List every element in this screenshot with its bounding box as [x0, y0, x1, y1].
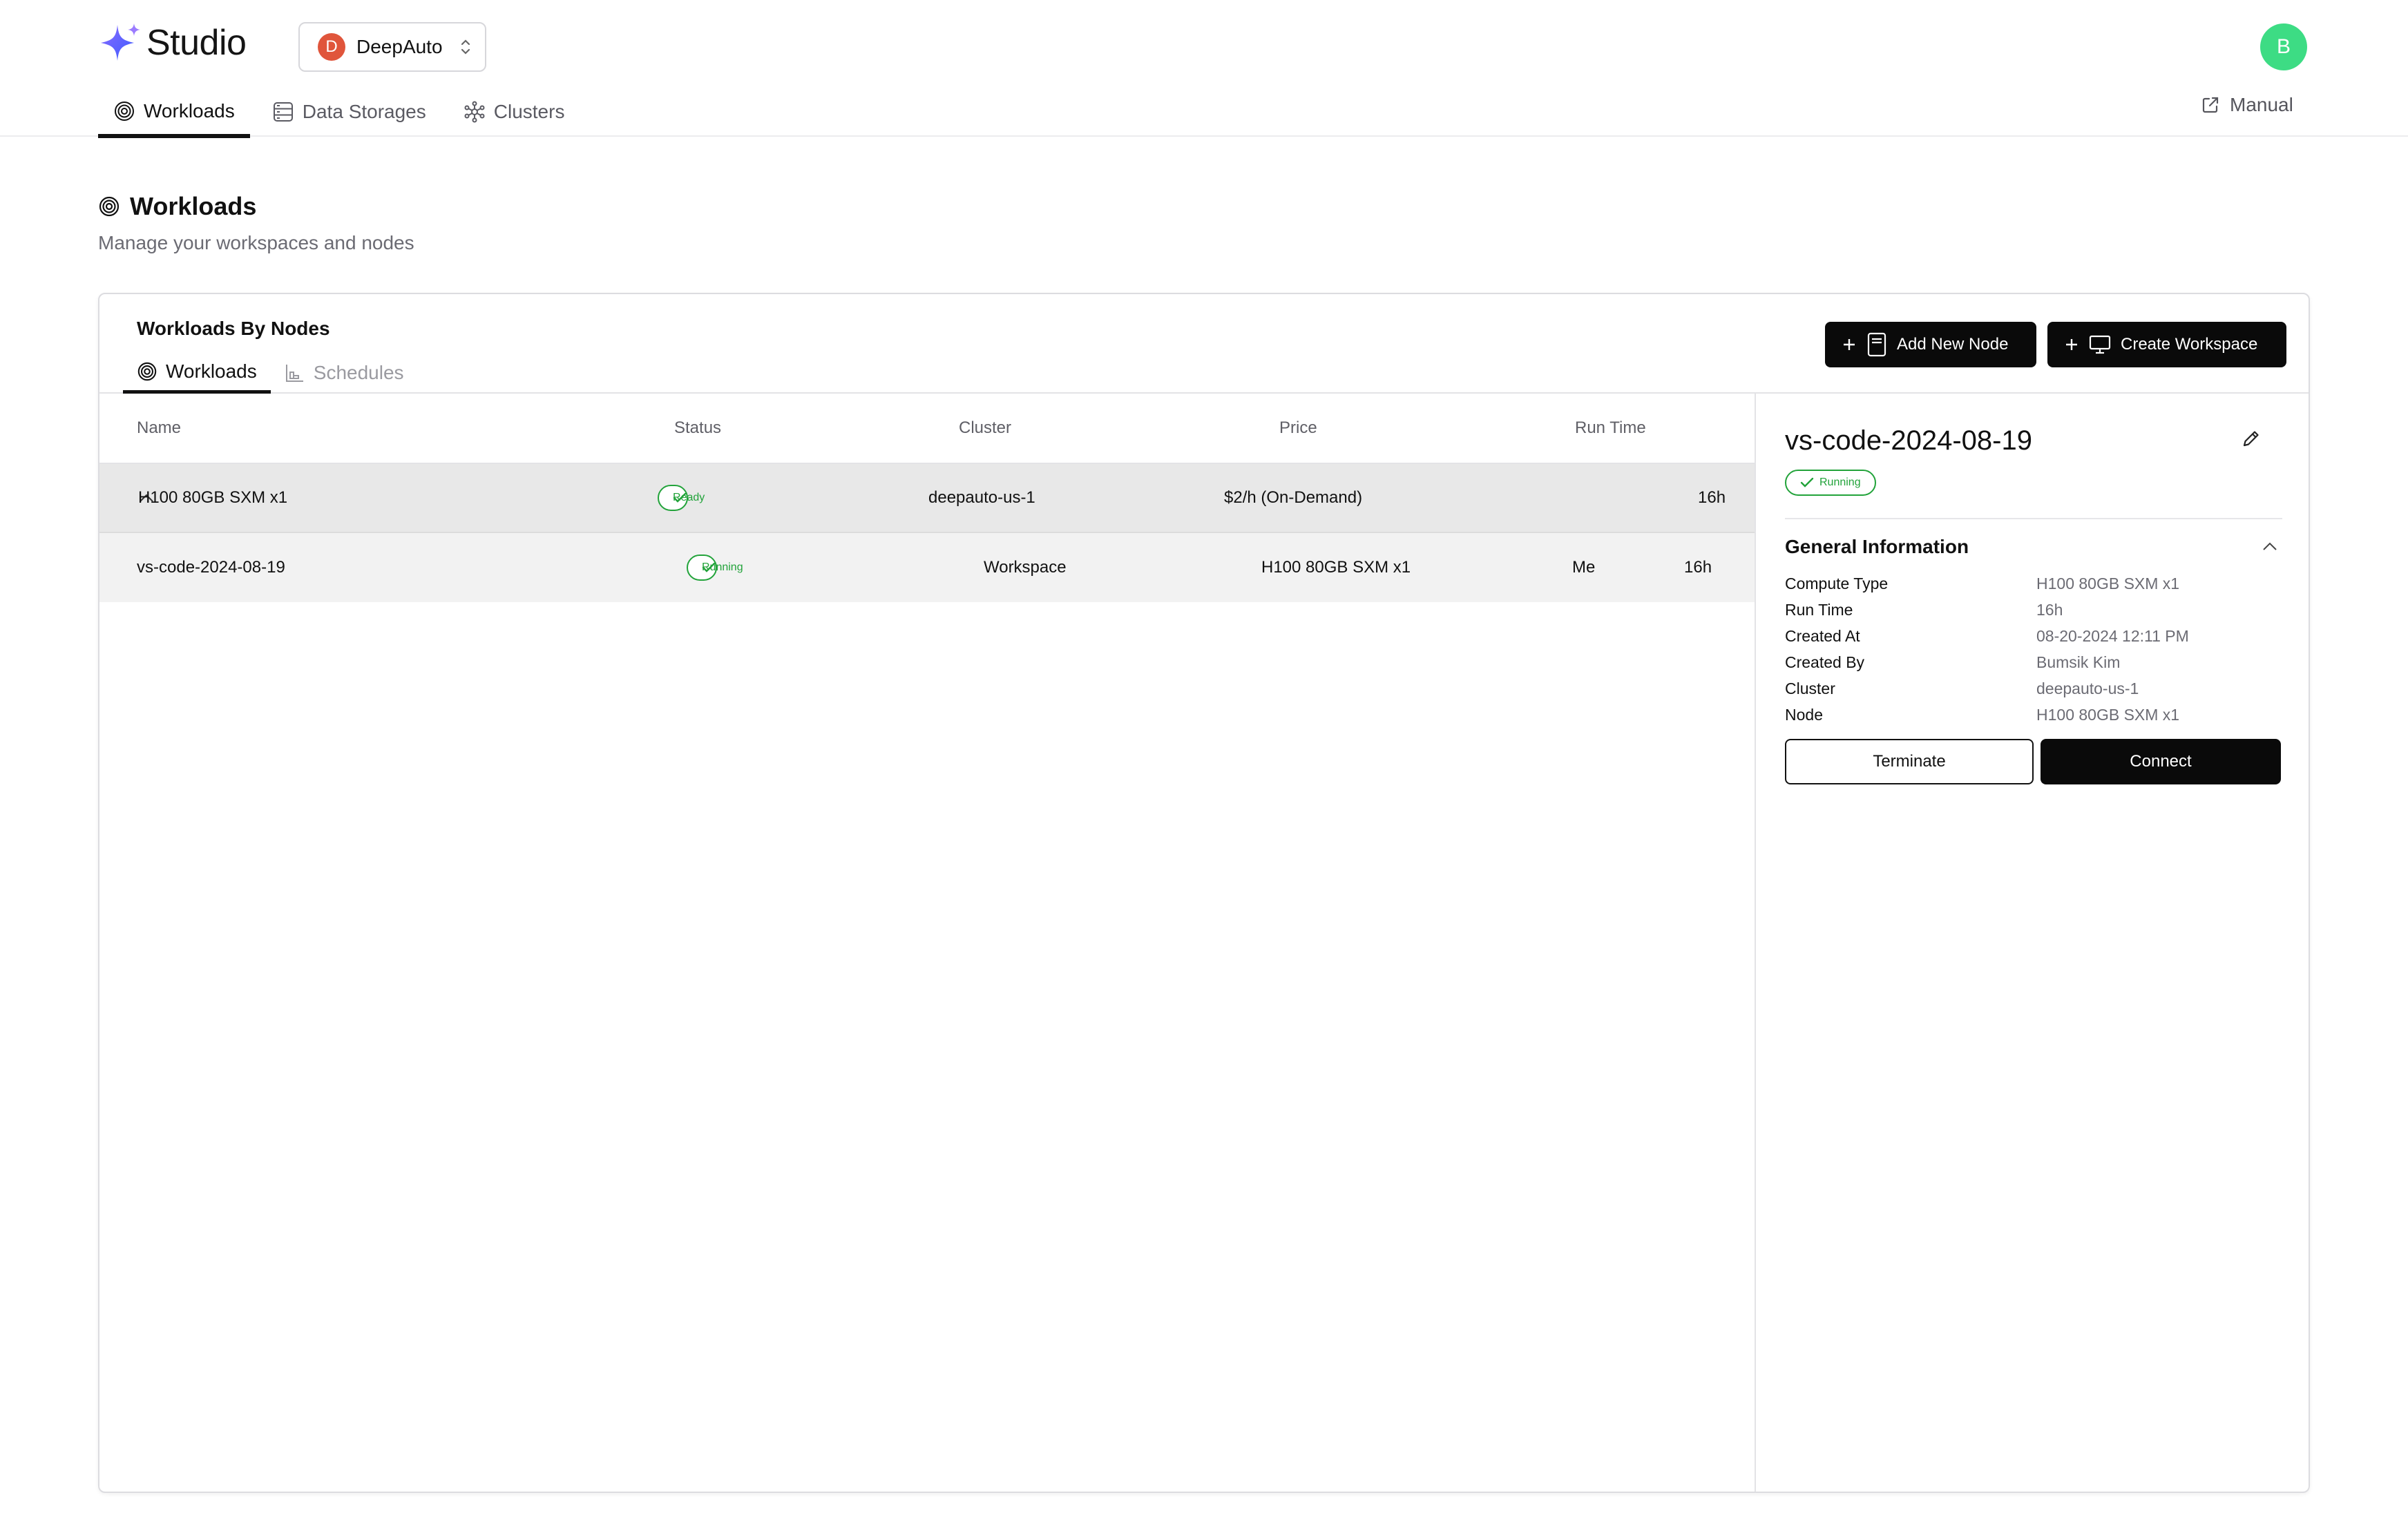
org-switcher[interactable]: D DeepAuto: [298, 22, 486, 72]
info-label: Run Time: [1785, 600, 1853, 619]
node-name: H100 80GB SXM x1: [138, 488, 288, 507]
page-subtitle: Manage your workspaces and nodes: [98, 232, 414, 253]
connect-button[interactable]: Connect: [2041, 739, 2281, 784]
tab-clusters[interactable]: Clusters: [448, 87, 580, 137]
add-new-node-label: Add New Node: [1897, 335, 2009, 354]
sparkle-icon: [98, 21, 144, 65]
card-title: Workloads By Nodes: [137, 318, 330, 339]
info-label: Node: [1785, 705, 1823, 724]
page-title: Workloads: [130, 192, 257, 220]
info-label: Created By: [1785, 653, 1865, 671]
workspace-name: vs-code-2024-08-19: [137, 558, 285, 577]
schedule-chart-icon: [285, 363, 305, 383]
create-workspace-button[interactable]: Create Workspace: [2047, 322, 2286, 367]
detail-panel: vs-code-2024-08-19 Running General Infor…: [1757, 394, 2309, 1492]
tab-workloads-sub[interactable]: Workloads: [123, 352, 271, 394]
info-value: deepauto-us-1: [2036, 679, 2139, 697]
info-label: Created At: [1785, 626, 1860, 645]
org-name: DeepAuto: [356, 36, 443, 57]
studio-logo[interactable]: Studio: [98, 21, 247, 65]
node-run-time: 16h: [1698, 488, 1726, 507]
tab-label: Clusters: [493, 101, 565, 122]
node-price: $2/h (On-Demand): [1224, 488, 1363, 507]
chevron-up-icon[interactable]: [2262, 541, 2278, 551]
tab-data-storages[interactable]: Data Storages: [257, 87, 441, 137]
tab-label: Schedules: [313, 362, 404, 383]
main-nav: Workloads Data Storages Clusters: [98, 87, 586, 138]
workloads-icon: [137, 361, 157, 382]
column-header-price: Price: [1279, 418, 1317, 437]
app-name: Studio: [146, 23, 247, 63]
info-row-node: Node H100 80GB SXM x1: [1785, 702, 2282, 728]
monitor-icon: [2089, 335, 2111, 354]
tab-label: Workloads: [144, 100, 235, 122]
status-text: Ready: [673, 492, 705, 503]
node-row[interactable]: H100 80GB SXM x1 Ready deepauto-us-1 $2/…: [99, 464, 1755, 533]
workloads-card: Workloads By Nodes Workloads Schedules A…: [98, 293, 2310, 1493]
info-label: Compute Type: [1785, 574, 1889, 592]
info-value: 08-20-2024 12:11 PM: [2036, 626, 2189, 645]
tab-label: Workloads: [166, 360, 257, 382]
divider: [1785, 518, 2282, 519]
table-header: Name Status Cluster Price Run Time: [99, 394, 1755, 464]
server-icon: [1866, 332, 1887, 357]
org-avatar: D: [318, 33, 345, 61]
tab-schedules[interactable]: Schedules: [271, 352, 418, 394]
workspace-run-time: 16h: [1684, 558, 1712, 577]
info-row-compute-type: Compute Type H100 80GB SXM x1: [1785, 570, 2282, 597]
column-header-name: Name: [137, 418, 182, 437]
check-icon: [1800, 477, 1814, 488]
workspace-type: Workspace: [984, 558, 1067, 577]
chevron-updown-icon: [460, 37, 471, 57]
workspace-owner: Me: [1572, 558, 1596, 577]
top-header: Studio D DeepAuto B Workloads Data Stora…: [0, 0, 2408, 138]
workspace-row[interactable]: vs-code-2024-08-19 Running Workspace H10…: [99, 533, 1755, 602]
info-row-created-by: Created By Bumsik Kim: [1785, 649, 2282, 675]
info-value: 16h: [2036, 600, 2063, 619]
info-value: H100 80GB SXM x1: [2036, 705, 2180, 724]
database-icon: [272, 101, 294, 123]
column-header-run-time: Run Time: [1575, 418, 1646, 437]
tab-workloads[interactable]: Workloads: [98, 87, 250, 138]
card-header: Workloads By Nodes Workloads Schedules A…: [99, 294, 2309, 394]
create-workspace-label: Create Workspace: [2121, 335, 2258, 354]
user-avatar[interactable]: B: [2260, 23, 2307, 70]
workloads-icon: [113, 100, 135, 122]
detail-title: vs-code-2024-08-19: [1785, 425, 2032, 456]
external-link-icon: [2201, 95, 2220, 115]
page-header: Workloads Manage your workspaces and nod…: [98, 192, 414, 254]
manual-link[interactable]: Manual: [2201, 94, 2293, 116]
node-cluster: deepauto-us-1: [928, 488, 1035, 507]
workloads-table: Name Status Cluster Price Run Time H100 …: [99, 394, 1756, 1492]
column-header-cluster: Cluster: [959, 418, 1012, 437]
info-label: Cluster: [1785, 679, 1835, 697]
pencil-icon[interactable]: [2241, 428, 2262, 449]
status-text: Running: [1819, 476, 1861, 488]
plus-icon: [1842, 337, 1857, 352]
info-row-created-at: Created At 08-20-2024 12:11 PM: [1785, 623, 2282, 649]
clusters-icon: [464, 101, 486, 123]
workloads-icon: [98, 195, 120, 218]
column-header-status: Status: [674, 418, 722, 437]
add-new-node-button[interactable]: Add New Node: [1825, 322, 2036, 367]
detail-status-badge: Running: [1785, 470, 1876, 496]
manual-label: Manual: [2230, 94, 2293, 115]
info-value: H100 80GB SXM x1: [2036, 574, 2180, 592]
card-tabs: Workloads Schedules: [123, 352, 418, 394]
general-info-list: Compute Type H100 80GB SXM x1 Run Time 1…: [1785, 570, 2282, 728]
workspace-node: H100 80GB SXM x1: [1261, 558, 1411, 577]
info-row-run-time: Run Time 16h: [1785, 597, 2282, 623]
info-value: Bumsik Kim: [2036, 653, 2121, 671]
general-info-title[interactable]: General Information: [1785, 536, 1969, 558]
tab-label: Data Storages: [302, 101, 426, 122]
plus-icon: [2064, 337, 2079, 352]
terminate-button[interactable]: Terminate: [1785, 739, 2034, 784]
info-row-cluster: Cluster deepauto-us-1: [1785, 675, 2282, 702]
status-text: Running: [702, 561, 743, 573]
